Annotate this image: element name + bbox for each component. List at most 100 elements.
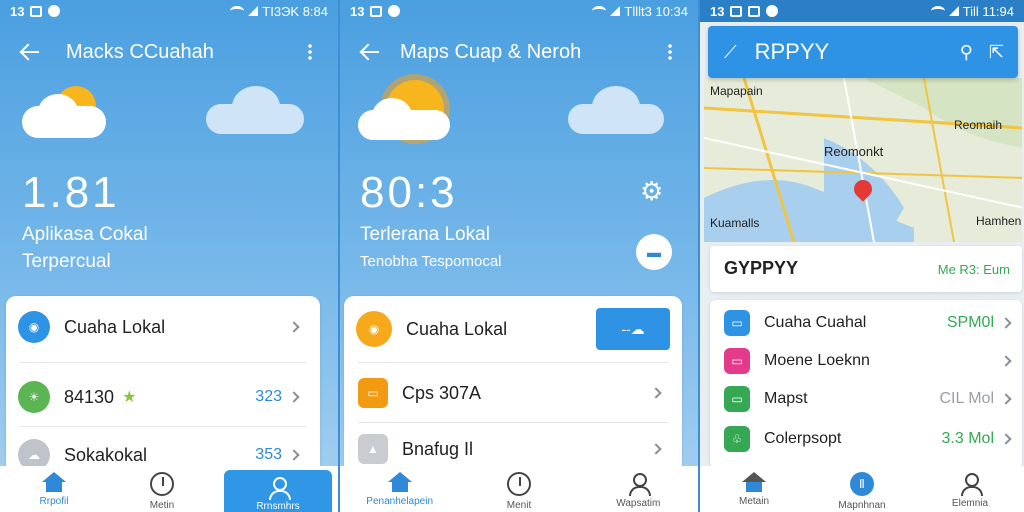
list-item-value: CIL Mol [939, 390, 994, 407]
chevron-right-icon [1000, 317, 1012, 329]
weather-screen-2: 13 Tlllt3 10:34 Maps Cuap & Neroh 80:3 ⚙… [338, 0, 698, 512]
nav-profile[interactable]: Elemnia [916, 466, 1024, 512]
wifi-icon [930, 6, 945, 16]
nav-label: Rrnsmhrs [256, 501, 300, 512]
list-item-label: Cuaha Cuahal [764, 314, 867, 331]
location-badge-icon: ◉ [18, 311, 50, 343]
chevron-right-icon [288, 449, 300, 461]
cloud-action-button[interactable]: --☁ [596, 308, 670, 350]
map-label: Reomaih [954, 118, 1003, 132]
app-title: Maps Cuap & Neroh [400, 40, 582, 63]
list-item[interactable]: ▭ Cps 307A [344, 374, 682, 412]
floating-action-button[interactable]: ▬ [636, 234, 672, 270]
nav-label: Rrpofil [39, 496, 69, 507]
nav-label: Metin [149, 500, 175, 511]
person-icon [959, 472, 983, 496]
nav-time[interactable]: Metin [108, 466, 216, 512]
cloud-icon [206, 86, 306, 136]
status-time: Till 11:94 [962, 3, 1014, 19]
location-card[interactable]: GYPPYY Me R3: Eum [710, 246, 1022, 292]
status-time: TI3ЭK 8:84 [262, 3, 328, 19]
more-options-icon[interactable] [308, 43, 312, 61]
list-item-label: Cps 307A [402, 382, 482, 403]
nav-map[interactable]: Ⅱ Mapnhnan [808, 466, 916, 512]
chevron-right-icon [650, 387, 662, 399]
menu-pencil-icon[interactable]: ⟋ [724, 42, 737, 63]
nav-home[interactable]: Metain [700, 466, 808, 512]
list-item-label: Bnafug Il [402, 438, 474, 459]
app-icon [48, 5, 61, 17]
search-icon[interactable]: ⚲ [960, 42, 973, 63]
map-label: Reomonkt [824, 144, 884, 159]
list-item-label: Cuaha Lokal [64, 316, 166, 337]
nav-label: Wapsatim [616, 498, 661, 509]
nav-profile[interactable]: Wapsatim [579, 466, 698, 512]
map-nav-icon: Ⅱ [850, 472, 874, 496]
leaf-icon: ♧ [724, 426, 750, 452]
list-item[interactable]: ▭ Cuaha Cuahal SPM0l [710, 306, 1022, 340]
nav-home[interactable]: Rrpofil [0, 466, 108, 512]
location-badge-icon: ◉ [356, 311, 392, 347]
bus-icon: ▭ [724, 310, 750, 336]
list-item-value: 323 [255, 388, 282, 405]
status-bar: 13 TI3ЭK 8:84 [0, 0, 338, 22]
list-item-label: Colerpsopt [764, 430, 842, 447]
notification-icon [370, 5, 383, 17]
nav-label: Metain [738, 496, 769, 507]
location-name: GYPPYY [724, 258, 799, 278]
list-item[interactable]: ◉ Cuaha Lokal --☁ [344, 308, 682, 350]
list-item[interactable]: ♧ Colerpsopt 3.3 Mol [710, 422, 1022, 456]
bottom-navigation: Penanhelapein Menit Wapsatim [340, 466, 698, 512]
mountain-icon: ▲ [358, 434, 388, 464]
list-item[interactable]: ◉ Cuaha Lokal [6, 308, 320, 346]
temperature-reading: 1.81 [22, 168, 120, 217]
star-icon: ★ [122, 389, 137, 406]
list-item-value: SPM0l [946, 314, 994, 331]
location-subtitle: Terlerana Lokal [360, 224, 490, 245]
divider [20, 426, 306, 427]
nav-label: Menit [506, 500, 532, 511]
calendar-icon: ▭ [358, 378, 388, 408]
search-bar: ⟋ RPPYY ⚲ ⇱ [708, 26, 1018, 78]
location-caption: Tenobha Tespomocal [360, 253, 502, 270]
directions-icon[interactable]: ⇱ [989, 42, 1004, 63]
nav-label: Penanhelapein [366, 496, 434, 507]
location-subtitle: Aplikasa Cokal [22, 224, 148, 245]
map-icon: ▭ [724, 386, 750, 412]
home-icon [742, 472, 766, 492]
map-label: Kuamalls [710, 216, 760, 230]
nav-time[interactable]: Menit [459, 466, 578, 512]
settings-gear-icon[interactable]: ⚙ [640, 176, 663, 207]
location-detail: Me R3: Eum [937, 262, 1010, 277]
weather-list-card: ◉ Cuaha Lokal --☁ ▭ Cps 307A ▲ Bnafug Il [344, 296, 682, 486]
clock-icon [150, 472, 174, 496]
map-label: Mapapain [710, 84, 763, 98]
temperature-reading: 80:3 [360, 168, 458, 217]
back-arrow-icon[interactable] [360, 42, 380, 62]
notification-icon [30, 5, 43, 17]
list-item[interactable]: ▲ Bnafug Il [344, 430, 682, 468]
list-item[interactable]: ☀ 84130 ★ 323 [6, 378, 320, 416]
divider [358, 362, 668, 363]
list-item[interactable]: ▭ Mapst CIL Mol [710, 382, 1022, 416]
map-view[interactable]: Mapapain Reomaih Reomonkt Kuamalls Hamhe… [704, 78, 1022, 242]
status-bar: 13 Till 11:94 [700, 0, 1024, 22]
partly-cloudy-icon [18, 86, 110, 142]
nav-home[interactable]: Penanhelapein [340, 466, 459, 512]
location-caption: Terpercual [22, 251, 111, 272]
status-time: Tlllt3 10:34 [624, 3, 688, 19]
back-arrow-icon[interactable] [20, 42, 40, 62]
nav-label: Mapnhnan [838, 500, 886, 511]
status-bar: 13 Tlllt3 10:34 [340, 0, 698, 22]
signal-icon [948, 6, 959, 16]
signal-icon [610, 6, 621, 16]
chevron-right-icon [1000, 355, 1012, 367]
list-item[interactable]: ▭ Moene Loeknn [710, 344, 1022, 378]
bottom-navigation: Rrpofil Metin Rrnsmhrs [0, 466, 338, 512]
more-options-icon[interactable] [668, 43, 672, 61]
signal-icon [248, 6, 259, 16]
nav-profile[interactable]: Rrnsmhrs [224, 470, 332, 512]
chevron-right-icon [650, 443, 662, 455]
app-bar: Maps Cuap & Neroh [340, 36, 698, 68]
status-left-text: 13 [350, 3, 365, 19]
